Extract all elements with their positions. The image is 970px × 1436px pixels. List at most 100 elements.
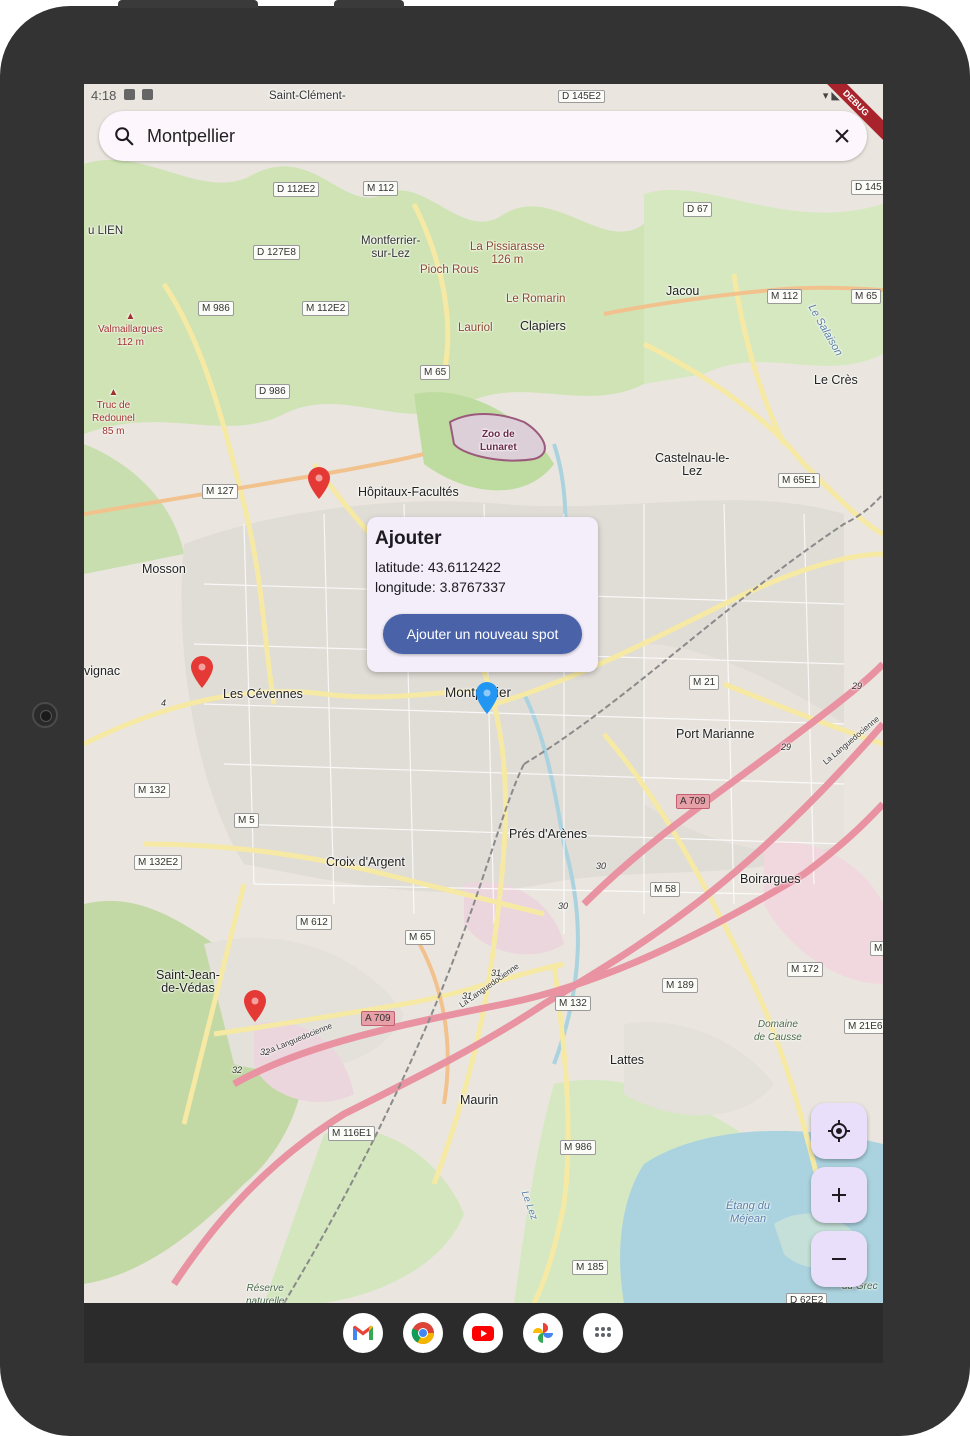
youtube-icon bbox=[472, 1326, 494, 1341]
search-icon[interactable] bbox=[113, 125, 135, 147]
road-m185: M 185 bbox=[572, 1260, 608, 1275]
road-a709: A 709 bbox=[676, 794, 710, 809]
road-m21e6: M 21E6 bbox=[844, 1019, 883, 1034]
label-pres-arenes: Prés d'Arènes bbox=[509, 827, 588, 841]
youtube-app[interactable] bbox=[463, 1313, 503, 1353]
red-marker-saint-jean[interactable] bbox=[242, 989, 268, 1023]
road-m65-south: M 65 bbox=[405, 930, 436, 945]
add-spot-popup: Ajouter latitude: 43.6112422 longitude: … bbox=[367, 517, 598, 672]
label-clapiers: Clapiers bbox=[520, 319, 566, 333]
label-exit-32a: 32 bbox=[260, 1047, 271, 1057]
popup-title: Ajouter bbox=[375, 528, 442, 549]
close-icon[interactable] bbox=[833, 127, 851, 145]
zoom-out-icon bbox=[832, 1258, 846, 1260]
label-exit-29a: 29 bbox=[852, 681, 863, 691]
search-input[interactable]: Montpellier bbox=[147, 126, 235, 147]
label-mosson: Mosson bbox=[142, 562, 186, 576]
road-m65e1: M 65E1 bbox=[778, 473, 821, 488]
road-m986: M 986 bbox=[198, 301, 234, 316]
label-castelnau: Castelnau-le- Lez bbox=[655, 451, 730, 478]
road-m132: M 132 bbox=[134, 783, 170, 798]
label-le-romarin: Le Romarin bbox=[506, 293, 566, 305]
volume-button bbox=[118, 0, 258, 8]
label-exit-4: 4 bbox=[161, 698, 167, 708]
zoom-in-button[interactable] bbox=[811, 1167, 867, 1223]
label-exit-30b: 30 bbox=[558, 901, 569, 911]
photos-icon bbox=[533, 1323, 553, 1343]
label-croix-argent: Croix d'Argent bbox=[326, 855, 405, 869]
front-camera bbox=[32, 702, 58, 728]
label-lattes: Lattes bbox=[610, 1053, 645, 1067]
label-exit-31a: 31 bbox=[491, 968, 502, 978]
road-m65: M 65 bbox=[420, 365, 451, 380]
road-m21: M 21 bbox=[689, 675, 720, 690]
chrome-app[interactable] bbox=[403, 1313, 443, 1353]
road-m112: M 112 bbox=[363, 181, 399, 196]
gmail-app[interactable] bbox=[343, 1313, 383, 1353]
map-view[interactable]: 4:18 ▾ ◣ ▮ DEBUG Saint-Clément- D 145E2 … bbox=[84, 84, 883, 1303]
road-m986-south: M 986 bbox=[560, 1140, 596, 1155]
label-pioch-rous: Pioch Rous bbox=[420, 264, 479, 276]
label-etang-mejean: Étang du Méjean bbox=[726, 1200, 771, 1225]
road-d112e2: D 112E2 bbox=[273, 182, 320, 197]
label-boirargues: Boirargues bbox=[740, 872, 801, 886]
settings-status-icon bbox=[124, 89, 135, 100]
red-marker-cevennes[interactable] bbox=[189, 655, 215, 689]
sd-card-status-icon bbox=[142, 89, 153, 100]
zoom-out-button[interactable] bbox=[811, 1231, 867, 1287]
app-drawer-icon bbox=[595, 1327, 611, 1337]
app-drawer[interactable] bbox=[583, 1313, 623, 1353]
road-m127: M 127 bbox=[202, 484, 238, 499]
road-m189: M 189 bbox=[662, 978, 698, 993]
label-montferrier: Montferrier-sur-Lez bbox=[361, 235, 421, 260]
road-m132-south: M 132 bbox=[555, 996, 591, 1011]
road-m112-east: M 112 bbox=[767, 289, 803, 304]
road-m116e1: M 116E1 bbox=[328, 1126, 376, 1141]
road-m-edge: M bbox=[870, 941, 883, 956]
label-port-marianne: Port Marianne bbox=[676, 727, 755, 741]
screen: 4:18 ▾ ◣ ▮ DEBUG Saint-Clément- D 145E2 … bbox=[84, 84, 883, 1363]
my-location-icon bbox=[828, 1120, 850, 1142]
road-m132e2: M 132E2 bbox=[134, 855, 183, 870]
road-m5: M 5 bbox=[234, 813, 259, 828]
label-valmaillargues: ▲ Valmaillargues 112 m bbox=[98, 311, 163, 348]
power-button bbox=[334, 0, 404, 8]
photos-app[interactable] bbox=[523, 1313, 563, 1353]
popup-longitude: longitude: 3.8767337 bbox=[375, 579, 506, 595]
red-marker-hopitaux[interactable] bbox=[306, 466, 332, 500]
road-d62e2: D 62E2 bbox=[786, 1293, 828, 1303]
chrome-icon bbox=[411, 1322, 434, 1344]
label-exit-32b: 32 bbox=[232, 1065, 243, 1075]
add-spot-button[interactable]: Ajouter un nouveau spot bbox=[383, 614, 582, 654]
popup-latitude: latitude: 43.6112422 bbox=[375, 559, 501, 575]
label-exit-29b: 29 bbox=[781, 742, 792, 752]
label-les-cevennes: Les Cévennes bbox=[223, 687, 303, 701]
label-le-cres: Le Crès bbox=[814, 373, 858, 387]
search-bar[interactable]: Montpellier bbox=[99, 111, 867, 161]
label-la-pissiarasse: La Pissiarasse 126 m bbox=[470, 241, 545, 266]
label-jacou: Jacou bbox=[666, 284, 700, 298]
blue-marker-selected[interactable] bbox=[474, 681, 500, 715]
label-le-lien: u LIEN bbox=[88, 225, 124, 237]
road-d145: D 145 bbox=[851, 180, 883, 195]
zoom-in-icon bbox=[832, 1188, 846, 1202]
road-d127e8: D 127E8 bbox=[253, 245, 300, 260]
gmail-icon bbox=[353, 1325, 373, 1340]
taskbar bbox=[84, 1303, 883, 1363]
road-m112e2: M 112E2 bbox=[302, 301, 350, 316]
label-saint-clement: Saint-Clément- bbox=[269, 90, 346, 102]
road-m612: M 612 bbox=[296, 915, 332, 930]
status-time: 4:18 bbox=[91, 88, 117, 103]
road-d67: D 67 bbox=[683, 202, 713, 217]
label-maurin: Maurin bbox=[460, 1093, 499, 1107]
road-m58: M 58 bbox=[650, 882, 681, 897]
status-bar: 4:18 ▾ ◣ ▮ DEBUG bbox=[84, 84, 883, 140]
my-location-button[interactable] bbox=[811, 1103, 867, 1159]
label-zoo-lunaret: Zoo de Lunaret bbox=[480, 429, 517, 453]
road-m172: M 172 bbox=[787, 962, 823, 977]
label-exit-31b: 31 bbox=[462, 991, 473, 1001]
label-lauriol: Lauriol bbox=[458, 322, 493, 334]
road-m65-north: M 65 bbox=[851, 289, 882, 304]
road-d986: D 986 bbox=[255, 384, 290, 399]
label-reserve-naturelle: Réserve naturelle bbox=[246, 1283, 285, 1303]
